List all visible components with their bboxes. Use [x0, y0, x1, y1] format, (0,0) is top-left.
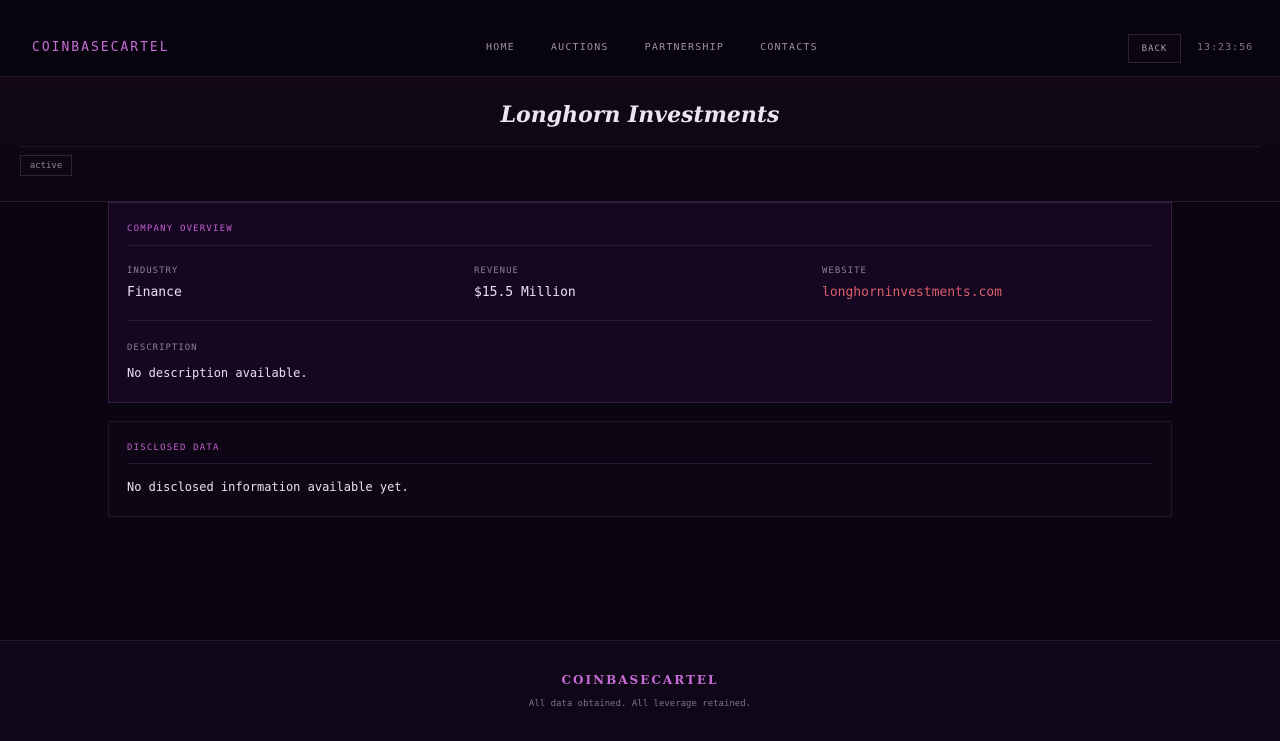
main-nav: HOME AUCTIONS PARTNERSHIP CONTACTS — [486, 42, 854, 53]
page-footer: COINBASECARTEL All data obtained. All le… — [0, 640, 1280, 741]
nav-home-link[interactable]: HOME — [486, 42, 515, 53]
status-badge: active — [20, 155, 72, 176]
nav-partnership-link[interactable]: PARTNERSHIP — [645, 42, 724, 53]
nav-contacts-link[interactable]: CONTACTS — [760, 42, 818, 53]
divider — [127, 320, 1153, 321]
website-link[interactable]: longhorninvestments.com — [822, 285, 1002, 300]
divider — [127, 463, 1153, 464]
back-button[interactable]: BACK — [1128, 34, 1181, 63]
divider — [20, 146, 1260, 147]
footer-brand: COINBASECARTEL — [561, 673, 719, 687]
brand-logo[interactable]: COINBASECARTEL — [32, 40, 170, 55]
divider — [127, 245, 1153, 246]
website-label: WEBSITE — [822, 266, 867, 276]
industry-value: Finance — [127, 285, 182, 300]
description-value: No description available. — [127, 366, 308, 380]
revenue-value: $15.5 Million — [474, 285, 576, 300]
revenue-label: REVENUE — [474, 266, 519, 276]
top-header: COINBASECARTEL HOME AUCTIONS PARTNERSHIP… — [0, 0, 1280, 77]
card-title: COMPANY OVERVIEW — [127, 224, 233, 234]
footer-tagline: All data obtained. All leverage retained… — [528, 699, 752, 709]
page-title: Longhorn Investments — [500, 102, 780, 128]
company-overview-card: COMPANY OVERVIEW INDUSTRY Finance REVENU… — [108, 202, 1172, 403]
description-label: DESCRIPTION — [127, 343, 198, 353]
clock-display: 13:23:56 — [1197, 42, 1254, 53]
disclosed-data-card: DISCLOSED DATA No disclosed information … — [108, 421, 1172, 517]
card-title: DISCLOSED DATA — [127, 443, 220, 453]
disclosed-text: No disclosed information available yet. — [127, 480, 409, 494]
company-hero: Longhorn Investments active — [0, 77, 1280, 202]
industry-label: INDUSTRY — [127, 266, 179, 276]
nav-auctions-link[interactable]: AUCTIONS — [551, 42, 609, 53]
